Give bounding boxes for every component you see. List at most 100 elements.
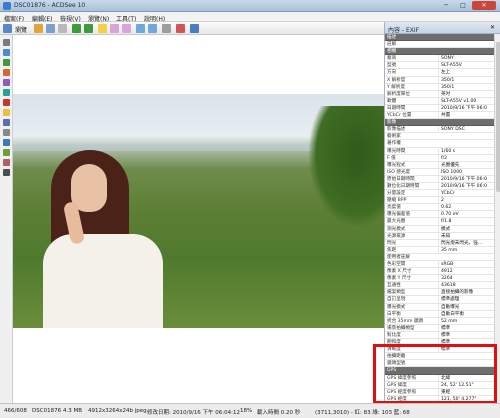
mask-tool-icon[interactable]: [3, 169, 10, 176]
exif-value: f/1.8: [438, 218, 494, 226]
exif-section-header[interactable]: 相機: [385, 48, 494, 56]
exposure-tool-icon[interactable]: [3, 109, 10, 116]
exif-row[interactable]: 著作權: [385, 140, 494, 148]
delete-icon[interactable]: [176, 24, 185, 33]
exif-value: 左上: [438, 69, 494, 77]
exif-row[interactable]: 色彩空間 sRGB: [385, 261, 494, 269]
exif-row[interactable]: 日期時間 2010/9/16 下午 06:0: [385, 104, 494, 113]
exif-row[interactable]: 藝術家: [385, 133, 494, 141]
exif-row[interactable]: 曝光時間 1/60 s: [385, 147, 494, 155]
exif-key: 像素 Y 尺寸: [387, 276, 412, 282]
panel-close-button[interactable]: ✕: [490, 24, 495, 31]
rotate-right-icon[interactable]: [122, 24, 131, 33]
sharpen-tool-icon[interactable]: [3, 119, 10, 126]
exif-section-header[interactable]: 影像: [385, 119, 494, 127]
next-icon[interactable]: [84, 24, 93, 33]
exif-row[interactable]: 光源來源 未知: [385, 232, 494, 240]
exif-row[interactable]: 折合 35mm 鏡頭 52 mm: [385, 317, 494, 325]
exif-row[interactable]: 廠商 SONY: [385, 55, 494, 63]
exif-value: SONY: [438, 55, 494, 63]
exif-key: 場景拍攝類型: [387, 325, 415, 331]
exif-row[interactable]: 註解: [385, 41, 494, 49]
exif-row[interactable]: 原始日期時間 2010/9/16 下午 06:0: [385, 175, 494, 183]
exif-row[interactable]: Y 解析度 350/1: [385, 83, 494, 91]
exif-key: 型號: [387, 63, 397, 69]
exif-value: 光圈優先: [438, 161, 494, 169]
prev-icon[interactable]: [72, 24, 81, 33]
exif-value: 標準: [438, 324, 494, 332]
gps-highlight-box: [373, 344, 497, 404]
exif-key: ISO 感光度: [387, 169, 411, 175]
exif-key: 檔案類型: [387, 290, 406, 296]
exif-row[interactable]: 曝光偏差值 0.70 eV: [385, 211, 494, 219]
pan-tool-icon[interactable]: [3, 49, 10, 56]
exif-row[interactable]: F 值 f/2: [385, 154, 494, 162]
exif-row[interactable]: 軟體 SLT-A55V v1.00: [385, 97, 494, 105]
help-icon[interactable]: [190, 24, 199, 33]
resize-tool-icon[interactable]: [3, 129, 10, 136]
exif-row[interactable]: 數位化日期時間 2010/9/16 下午 06:0: [385, 182, 494, 191]
browse-icon[interactable]: [3, 24, 12, 33]
exif-row[interactable]: 閃光 閃光燈未閃光，強...: [385, 239, 494, 247]
exif-row[interactable]: 曝光程式 光圈優先: [385, 161, 494, 169]
exif-value: 英吋: [438, 90, 494, 98]
exif-row[interactable]: 白平衡 自動白平衡: [385, 310, 494, 318]
open-icon[interactable]: [34, 24, 43, 33]
exif-row[interactable]: 型號 SLT-A55V: [385, 62, 494, 70]
exif-row[interactable]: 像素 X 尺寸 4912: [385, 268, 494, 276]
exif-row[interactable]: 檔案類型 直接拍攝的影像: [385, 289, 494, 297]
exif-row[interactable]: 最大光圈 f/1.8: [385, 218, 494, 226]
exif-key: 曝光模式: [387, 304, 406, 310]
exif-row[interactable]: 方向 左上: [385, 69, 494, 77]
flip-tool-icon[interactable]: [3, 159, 10, 166]
exif-row[interactable]: 互通性 43618: [385, 282, 494, 290]
exif-row[interactable]: 影像描述 SONY DSC: [385, 126, 494, 134]
close-button[interactable]: ✕: [472, 1, 496, 10]
exif-value: 3264: [438, 275, 494, 283]
exif-row[interactable]: 亮度值 0.62: [385, 204, 494, 212]
exif-row[interactable]: 像素 Y 尺寸 3264: [385, 275, 494, 283]
rotate-left-icon[interactable]: [110, 24, 119, 33]
exif-row[interactable]: 對比度 標準: [385, 331, 494, 340]
fit-icon[interactable]: [162, 24, 171, 33]
scroll-thumb[interactable]: [496, 42, 500, 192]
red-eye-tool-icon[interactable]: [3, 89, 10, 96]
browse-button-label[interactable]: 瀏覽: [15, 25, 27, 34]
level-tool-icon[interactable]: [3, 149, 10, 156]
exif-row[interactable]: 壓縮 BPP 2: [385, 197, 494, 205]
exif-value: SLT-A55V: [438, 62, 494, 70]
exif-section-header[interactable]: 描述: [385, 34, 494, 42]
exif-row[interactable]: 曝光模式 自動曝光: [385, 303, 494, 311]
image-viewer[interactable]: [13, 35, 384, 403]
save-icon[interactable]: [46, 24, 55, 33]
exif-row[interactable]: 自訂呈現 標準處理: [385, 296, 494, 304]
draw-tool-icon[interactable]: [3, 99, 10, 106]
exif-row[interactable]: YCbCr 位置 共置: [385, 112, 494, 120]
select-tool-icon[interactable]: [3, 39, 10, 46]
exif-value: 自動曝光: [438, 303, 494, 311]
exif-key: 白平衡: [387, 311, 401, 317]
maximize-button[interactable]: □: [455, 1, 471, 10]
exif-row[interactable]: 解析度單位 英吋: [385, 90, 494, 98]
exif-key: 解析度單位: [387, 91, 410, 97]
exif-row[interactable]: 分量設定 YCbCr: [385, 190, 494, 198]
exif-row[interactable]: 測光模式 模式: [385, 225, 494, 233]
exif-row[interactable]: 焦距 35 mm: [385, 246, 494, 254]
zoom-in-icon[interactable]: [136, 24, 145, 33]
exif-value: 共置: [438, 112, 494, 120]
status-filename: DSC01876: [32, 408, 62, 414]
exif-value: 直接拍攝的影像: [438, 289, 494, 297]
text-tool-icon[interactable]: [3, 139, 10, 146]
exif-row[interactable]: ISO 感光度 ISO 1000: [385, 168, 494, 176]
menu-bar: 檔案(F) 編輯(E) 檢視(V) 瀏覽(N) 工具(T) 說明(H): [0, 12, 500, 23]
slideshow-icon[interactable]: [98, 24, 107, 33]
exif-row[interactable]: 場景拍攝類型 標準: [385, 324, 494, 332]
exif-row[interactable]: X 解析度 350/1: [385, 76, 494, 84]
print-icon[interactable]: [58, 24, 67, 33]
zoom-out-icon[interactable]: [148, 24, 157, 33]
crop-tool-icon[interactable]: [3, 59, 10, 66]
color-tool-icon[interactable]: [3, 69, 10, 76]
minimize-button[interactable]: ─: [438, 1, 454, 10]
effect-tool-icon[interactable]: [3, 79, 10, 86]
exif-row[interactable]: 使用者註解: [385, 254, 494, 261]
